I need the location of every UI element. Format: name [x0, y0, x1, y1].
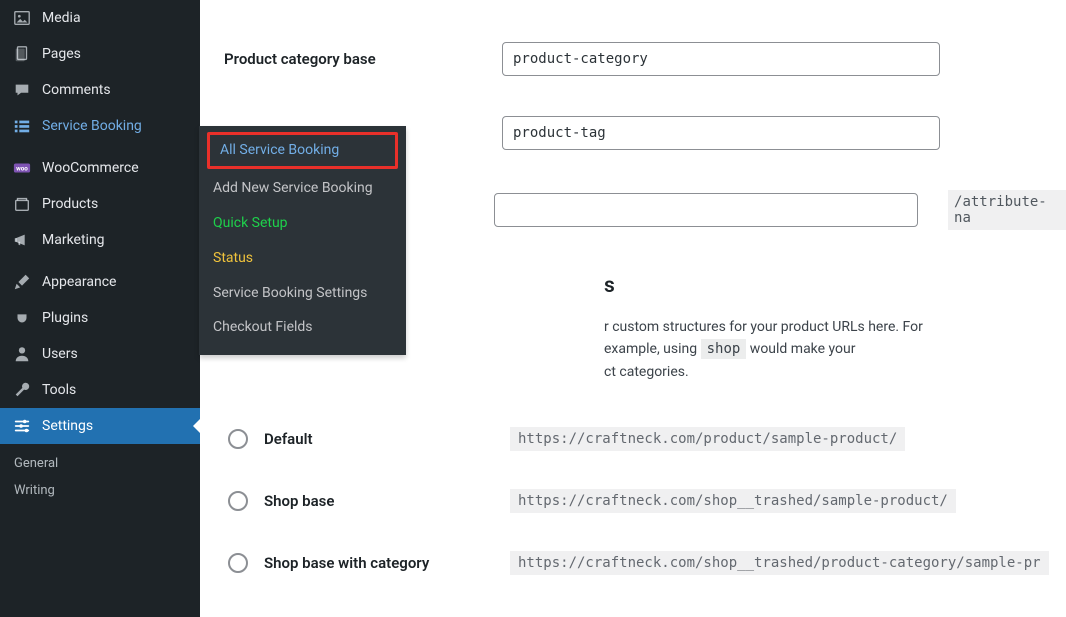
- desc-text-3: ct categories.: [604, 364, 689, 380]
- sidebar-item-woocommerce[interactable]: woo WooCommerce: [0, 150, 200, 186]
- flyout-add-new-service-booking[interactable]: Add New Service Booking: [199, 171, 406, 206]
- input-tag-base[interactable]: [502, 116, 940, 150]
- flyout-service-booking-settings[interactable]: Service Booking Settings: [199, 276, 406, 311]
- settings-sub-general[interactable]: General: [0, 450, 200, 477]
- sidebar-item-label: Pages: [42, 46, 81, 63]
- media-icon: [10, 9, 34, 27]
- sidebar-item-label: Media: [42, 10, 81, 27]
- url-preview-shop-base: https://craftneck.com/shop__trashed/samp…: [510, 489, 956, 513]
- sidebar-item-label: Appearance: [42, 274, 116, 291]
- flyout-all-service-booking[interactable]: All Service Booking: [207, 132, 398, 169]
- sidebar-item-label: Service Booking: [42, 118, 142, 135]
- sidebar-item-users[interactable]: Users: [0, 336, 200, 372]
- sidebar-item-label: Tools: [42, 382, 76, 399]
- settings-submenu: General Writing: [0, 444, 200, 514]
- row-product-category-base: Product category base: [224, 42, 1066, 76]
- radio-default[interactable]: [228, 429, 248, 449]
- code-shop: shop: [701, 339, 747, 359]
- sidebar-item-label: Settings: [42, 418, 93, 435]
- radio-shop-base[interactable]: [228, 491, 248, 511]
- desc-text-2: would make your: [750, 341, 856, 357]
- megaphone-icon: [10, 231, 34, 249]
- flyout-status[interactable]: Status: [199, 241, 406, 276]
- woocommerce-icon: woo: [10, 159, 34, 177]
- sidebar-item-label: Users: [42, 346, 78, 363]
- comments-icon: [10, 81, 34, 99]
- attribute-suffix-preview: /attribute-na: [948, 190, 1066, 230]
- permalink-option-default: Default https://craftneck.com/product/sa…: [224, 427, 1066, 451]
- input-attribute-base[interactable]: [494, 193, 918, 227]
- sidebar-item-label: Products: [42, 196, 98, 213]
- sidebar-item-label: Marketing: [42, 232, 105, 249]
- input-category-base[interactable]: [502, 42, 940, 76]
- sidebar-item-plugins[interactable]: Plugins: [0, 300, 200, 336]
- radio-shop-base-category[interactable]: [228, 553, 248, 573]
- sidebar-item-comments[interactable]: Comments: [0, 72, 200, 108]
- svg-text:woo: woo: [16, 165, 28, 173]
- sidebar-item-pages[interactable]: Pages: [0, 36, 200, 72]
- sidebar-item-settings[interactable]: Settings: [0, 408, 200, 444]
- sidebar-item-appearance[interactable]: Appearance: [0, 264, 200, 300]
- label-category-base: Product category base: [224, 50, 478, 68]
- permalink-option-shop-base-category: Shop base with category https://craftnec…: [224, 551, 1066, 575]
- service-booking-flyout: All Service Booking Add New Service Book…: [199, 126, 406, 355]
- admin-sidebar: Media Pages Comments Service Booking woo: [0, 0, 200, 617]
- sidebar-item-service-booking[interactable]: Service Booking: [0, 108, 200, 144]
- sidebar-item-label: Comments: [42, 82, 111, 99]
- wrench-icon: [10, 381, 34, 399]
- products-icon: [10, 195, 34, 213]
- flyout-checkout-fields[interactable]: Checkout Fields: [199, 310, 406, 345]
- active-arrow: [185, 418, 201, 434]
- plug-icon: [10, 309, 34, 327]
- sidebar-item-marketing[interactable]: Marketing: [0, 222, 200, 258]
- url-preview-shop-base-category: https://craftneck.com/shop__trashed/prod…: [510, 551, 1049, 575]
- option-label-shop-base: Shop base: [264, 492, 494, 510]
- brush-icon: [10, 273, 34, 291]
- user-icon: [10, 345, 34, 363]
- url-preview-default: https://craftneck.com/product/sample-pro…: [510, 427, 905, 451]
- permalink-options: Default https://craftneck.com/product/sa…: [224, 427, 1066, 575]
- permalink-option-shop-base: Shop base https://craftneck.com/shop__tr…: [224, 489, 1066, 513]
- settings-sub-writing[interactable]: Writing: [0, 477, 200, 504]
- flyout-quick-setup[interactable]: Quick Setup: [199, 206, 406, 241]
- pages-icon: [10, 45, 34, 63]
- list-icon: [10, 117, 34, 135]
- option-label-shop-base-category: Shop base with category: [264, 554, 494, 572]
- option-label-default: Default: [264, 430, 494, 448]
- sidebar-item-products[interactable]: Products: [0, 186, 200, 222]
- sidebar-item-media[interactable]: Media: [0, 0, 200, 36]
- sliders-icon: [10, 417, 34, 435]
- sidebar-item-tools[interactable]: Tools: [0, 372, 200, 408]
- sidebar-item-label: Plugins: [42, 310, 88, 327]
- sidebar-item-label: WooCommerce: [42, 160, 139, 177]
